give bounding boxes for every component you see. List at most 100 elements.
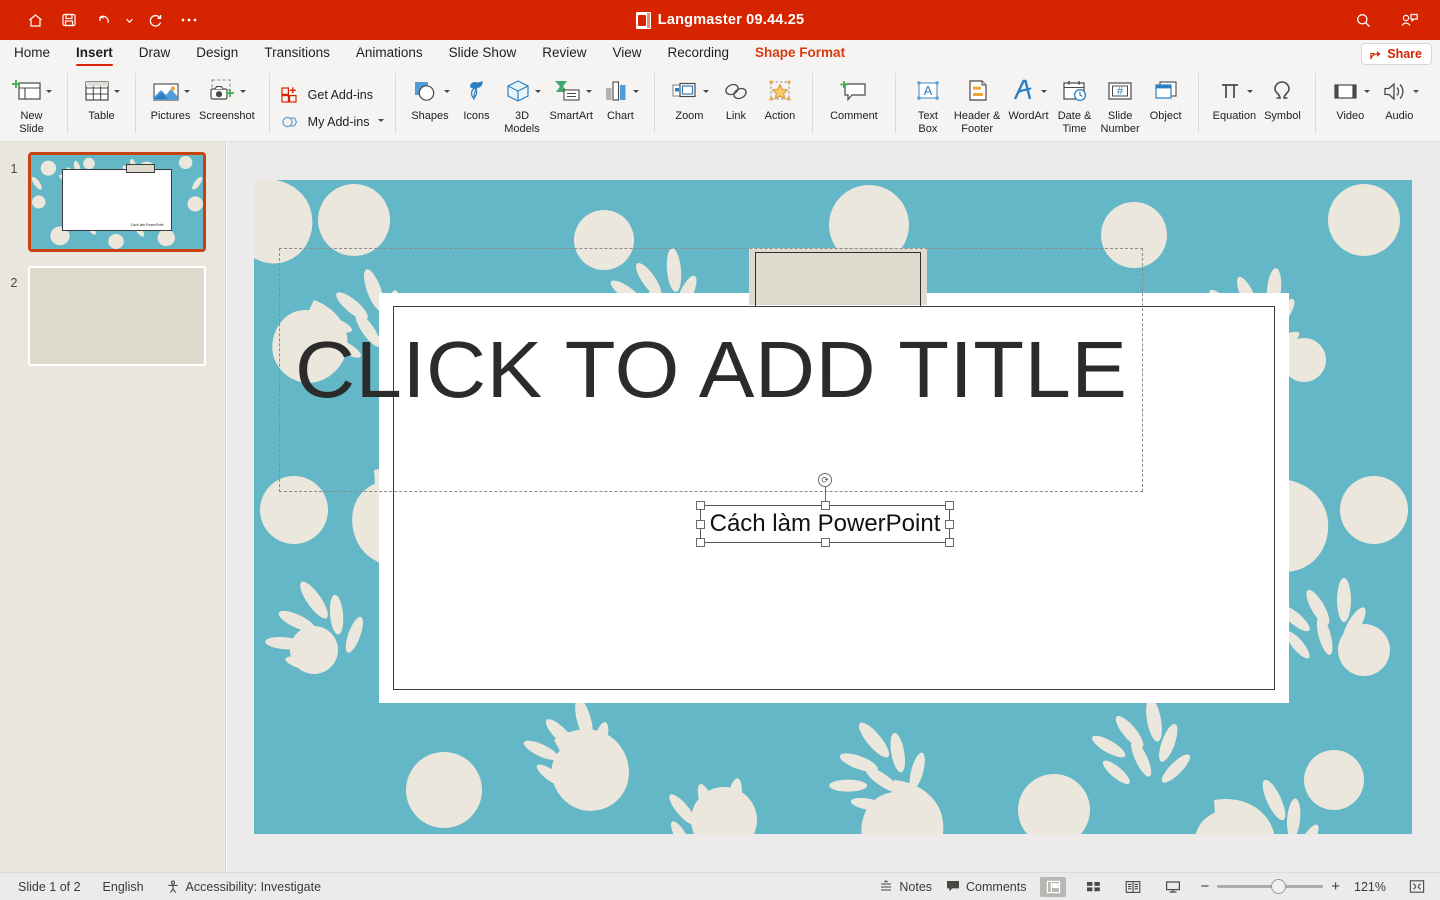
resize-handle-bottom-center[interactable] bbox=[820, 538, 830, 547]
shapes-caret-icon[interactable] bbox=[443, 89, 451, 96]
search-icon[interactable] bbox=[1348, 7, 1378, 33]
slide-number-button[interactable]: # Slide Number bbox=[1097, 72, 1144, 135]
wordart-button[interactable]: WordArt bbox=[1004, 72, 1052, 123]
screenshot-button[interactable]: Screenshot bbox=[195, 72, 259, 123]
status-bar-right: Notes Comments − + 121% bbox=[879, 876, 1430, 897]
equation-caret-icon[interactable] bbox=[1246, 89, 1254, 96]
more-commands-icon[interactable] bbox=[174, 7, 204, 33]
notes-button[interactable]: Notes bbox=[879, 880, 932, 894]
get-addins-button[interactable]: Get Add-ins bbox=[280, 86, 373, 104]
3d-models-caret-icon[interactable] bbox=[534, 89, 542, 96]
slide-surface[interactable]: CLICK TO ADD TITLE Cách làm PowerPoint ⟳ bbox=[254, 180, 1412, 834]
redo-icon[interactable] bbox=[140, 7, 170, 33]
slide-thumbnail-2[interactable] bbox=[28, 266, 206, 366]
accessibility-status[interactable]: Accessibility: Investigate bbox=[166, 880, 321, 894]
zoom-in-button[interactable]: + bbox=[1331, 878, 1340, 895]
zoom-percentage[interactable]: 121% bbox=[1354, 880, 1390, 894]
link-button[interactable]: Link bbox=[714, 72, 758, 123]
language-indicator[interactable]: English bbox=[103, 880, 144, 894]
ribbon-group-slides: New Slide bbox=[0, 68, 63, 140]
wordart-caret-icon[interactable] bbox=[1040, 89, 1048, 96]
tab-transitions[interactable]: Transitions bbox=[264, 45, 330, 63]
comments-button[interactable]: Comments bbox=[946, 880, 1026, 894]
chart-caret-icon[interactable] bbox=[632, 89, 640, 96]
equation-button[interactable]: Equation bbox=[1209, 72, 1260, 123]
new-slide-button[interactable]: New Slide bbox=[6, 72, 57, 135]
ribbon-group-symbols: Equation Symbol bbox=[1203, 68, 1311, 140]
video-caret-icon[interactable] bbox=[1363, 89, 1371, 96]
slide-counter[interactable]: Slide 1 of 2 bbox=[18, 880, 81, 894]
home-icon[interactable] bbox=[20, 7, 50, 33]
tab-animations[interactable]: Animations bbox=[356, 45, 423, 63]
tab-review[interactable]: Review bbox=[542, 45, 586, 63]
tab-draw[interactable]: Draw bbox=[139, 45, 171, 63]
smartart-icon bbox=[554, 81, 580, 101]
pictures-button[interactable]: Pictures bbox=[146, 72, 195, 123]
smartart-caret-icon[interactable] bbox=[585, 89, 593, 96]
reading-view-button[interactable] bbox=[1120, 877, 1146, 897]
resize-handle-bottom-right[interactable] bbox=[945, 538, 954, 547]
smartart-button[interactable]: SmartArt bbox=[546, 72, 597, 123]
normal-view-button[interactable] bbox=[1040, 876, 1067, 897]
zoom-caret-icon[interactable] bbox=[702, 89, 710, 96]
new-slide-caret-icon[interactable] bbox=[46, 89, 53, 96]
tab-slide-show[interactable]: Slide Show bbox=[449, 45, 517, 63]
audio-caret-icon[interactable] bbox=[1412, 89, 1420, 96]
undo-dropdown-caret-icon[interactable] bbox=[122, 7, 136, 33]
title-placeholder[interactable]: CLICK TO ADD TITLE bbox=[279, 248, 1143, 492]
action-button[interactable]: Action bbox=[758, 72, 802, 123]
zoom-slider-knob[interactable] bbox=[1271, 879, 1287, 894]
symbol-button[interactable]: Symbol bbox=[1260, 72, 1305, 123]
undo-icon[interactable] bbox=[88, 7, 118, 33]
zoom-slider-track[interactable] bbox=[1217, 879, 1324, 894]
my-addins-caret-icon[interactable] bbox=[377, 118, 385, 125]
rotate-handle-icon[interactable]: ⟳ bbox=[818, 473, 832, 487]
share-button[interactable]: Share bbox=[1361, 43, 1432, 65]
tab-shape-format[interactable]: Shape Format bbox=[755, 45, 845, 63]
resize-handle-top-center[interactable] bbox=[820, 501, 830, 510]
status-bar: Slide 1 of 2 English Accessibility: Inve… bbox=[0, 872, 1440, 900]
slide-thumbnail-1[interactable]: Cách làm PowerPoint bbox=[28, 152, 206, 252]
tab-design[interactable]: Design bbox=[196, 45, 238, 63]
header-footer-icon bbox=[969, 80, 987, 101]
audio-button[interactable]: Audio bbox=[1375, 72, 1424, 123]
zoom-out-button[interactable]: − bbox=[1200, 878, 1209, 895]
fit-to-window-button[interactable] bbox=[1404, 877, 1430, 897]
resize-handle-bottom-left[interactable] bbox=[696, 538, 705, 547]
zoom-button[interactable]: Zoom bbox=[665, 72, 714, 123]
header-footer-button[interactable]: Header & Footer bbox=[950, 72, 1004, 135]
video-button[interactable]: Video bbox=[1326, 72, 1375, 123]
notes-icon bbox=[881, 879, 892, 891]
tab-home[interactable]: Home bbox=[14, 45, 50, 63]
tab-view[interactable]: View bbox=[612, 45, 641, 63]
shapes-button[interactable]: Shapes bbox=[406, 72, 455, 123]
resize-handle-middle-right[interactable] bbox=[945, 519, 954, 529]
account-presence-icon[interactable] bbox=[1394, 7, 1424, 33]
icons-button[interactable]: Icons bbox=[455, 72, 499, 123]
ribbon-group-comments: Comment bbox=[817, 68, 891, 140]
3d-models-button[interactable]: 3D Models bbox=[499, 72, 546, 135]
pictures-caret-icon[interactable] bbox=[184, 89, 191, 96]
slide-editing-canvas[interactable]: CLICK TO ADD TITLE Cách làm PowerPoint ⟳ bbox=[227, 142, 1440, 872]
zoom-slider-group[interactable]: − + bbox=[1200, 878, 1340, 895]
table-caret-icon[interactable] bbox=[114, 89, 121, 96]
resize-handle-middle-left[interactable] bbox=[696, 519, 705, 529]
tab-recording[interactable]: Recording bbox=[668, 45, 730, 63]
comment-button[interactable]: Comment bbox=[823, 72, 885, 123]
date-time-button[interactable]: Date & Time bbox=[1053, 72, 1097, 135]
powerpoint-window: Langmaster 09.44.25 Home Insert Draw Des… bbox=[0, 0, 1440, 900]
slide-sorter-button[interactable] bbox=[1080, 877, 1106, 897]
slide-show-button[interactable] bbox=[1160, 877, 1186, 897]
slide-thumbnail-panel[interactable]: 1 Cách làm PowerPoint 2 bbox=[0, 142, 226, 872]
object-button[interactable]: Object bbox=[1144, 72, 1188, 123]
chart-button[interactable]: Chart bbox=[597, 72, 644, 123]
resize-handle-top-left[interactable] bbox=[696, 501, 705, 510]
resize-handle-top-right[interactable] bbox=[945, 501, 954, 510]
tab-insert[interactable]: Insert bbox=[76, 45, 113, 66]
selected-text-box[interactable]: Cách làm PowerPoint ⟳ bbox=[696, 473, 954, 547]
screenshot-caret-icon[interactable] bbox=[240, 89, 247, 96]
my-addins-button[interactable]: My Add-ins bbox=[280, 113, 385, 131]
text-box-button[interactable]: A Text Box bbox=[906, 72, 950, 135]
table-button[interactable]: Table bbox=[78, 72, 125, 123]
save-icon[interactable] bbox=[54, 7, 84, 33]
